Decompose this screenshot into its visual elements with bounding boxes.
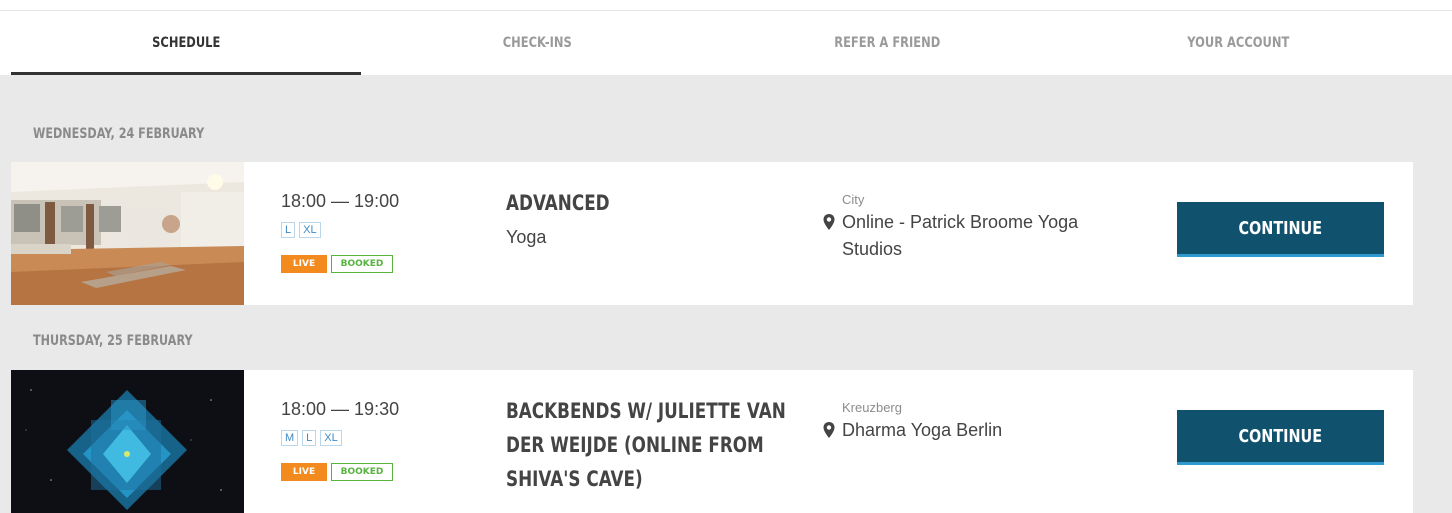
size-tags: L XL: [281, 222, 321, 238]
size-tags: M L XL: [281, 430, 342, 446]
location-region: City: [842, 192, 865, 207]
class-card: 18:00 — 19:00 L XL LIVE BOOKED ADVANCED …: [11, 162, 1413, 305]
class-artwork: [11, 370, 244, 513]
class-type: Yoga: [506, 227, 547, 247]
size-tag: L: [281, 222, 296, 238]
class-card: 18:00 — 19:30 M L XL LIVE BOOKED BACKBEN…: [11, 370, 1413, 513]
booked-badge: BOOKED: [331, 255, 393, 273]
active-tab-indicator: [11, 72, 361, 75]
location-region: Kreuzberg: [842, 400, 902, 415]
tab-bar: SCHEDULE CHECK-INS REFER A FRIEND YOUR A…: [11, 11, 1413, 75]
continue-button-label: CONTINUE: [1238, 217, 1323, 239]
date-heading: THURSDAY, 25 FEBRUARY: [33, 333, 193, 349]
studio-photo: [11, 162, 244, 305]
size-tag: XL: [320, 430, 342, 446]
continue-button[interactable]: CONTINUE: [1177, 410, 1384, 465]
size-tag: XL: [299, 222, 321, 238]
size-tag: L: [302, 430, 317, 446]
tab-schedule[interactable]: SCHEDULE: [43, 11, 330, 75]
booked-badge: BOOKED: [331, 463, 393, 481]
top-navigation: SCHEDULE CHECK-INS REFER A FRIEND YOUR A…: [0, 0, 1452, 75]
map-pin-icon: [823, 422, 835, 438]
venue-name[interactable]: Dharma Yoga Berlin: [842, 417, 1112, 444]
tab-check-ins[interactable]: CHECK-INS: [393, 11, 680, 75]
tab-your-account[interactable]: YOUR ACCOUNT: [1094, 11, 1381, 75]
live-badge: LIVE: [281, 463, 327, 481]
tab-refer-a-friend[interactable]: REFER A FRIEND: [744, 11, 1031, 75]
venue-name[interactable]: Online - Patrick Broome Yoga Studios: [842, 209, 1112, 263]
date-heading: WEDNESDAY, 24 FEBRUARY: [33, 126, 205, 142]
continue-button[interactable]: CONTINUE: [1177, 202, 1384, 257]
status-badges: LIVE BOOKED: [281, 255, 393, 273]
class-time: 18:00 — 19:30: [281, 399, 400, 419]
live-badge: LIVE: [281, 255, 327, 273]
class-time: 18:00 — 19:00: [281, 191, 400, 211]
status-badges: LIVE BOOKED: [281, 463, 393, 481]
map-pin-icon: [823, 214, 835, 230]
size-tag: M: [281, 430, 299, 446]
class-title[interactable]: ADVANCED: [506, 186, 754, 220]
continue-button-label: CONTINUE: [1238, 425, 1323, 447]
class-title[interactable]: BACKBENDS W/ JULIETTE VAN DER WEIJDE (ON…: [506, 394, 810, 496]
